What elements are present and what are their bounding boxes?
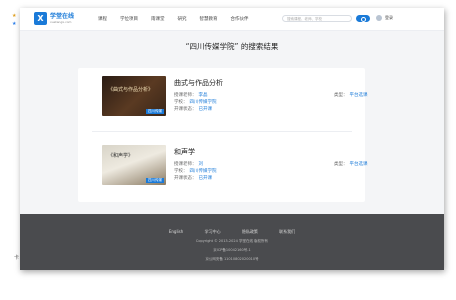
course-thumbnail[interactable]: 《曲式与作品分析》 四川传媒: [102, 76, 166, 116]
course-name[interactable]: 和声学: [174, 147, 354, 157]
school-label: 学校：: [174, 100, 188, 105]
footer-link-privacy[interactable]: 隐私政策: [242, 229, 258, 234]
course-thumbnail[interactable]: 《和声学》 四川传媒: [102, 145, 166, 185]
nav-item-courses[interactable]: 课程: [98, 16, 107, 22]
nav-item-degrees[interactable]: 学位项目: [120, 16, 138, 22]
footer-link-learning-center[interactable]: 学习中心: [205, 229, 221, 234]
logo-name: 学堂在线: [50, 13, 75, 20]
search-button[interactable]: [356, 15, 370, 22]
star-icon: ★: [12, 13, 17, 19]
page-title: “四川传媒学院” 的搜索结果: [185, 42, 279, 51]
school-link[interactable]: 四川传媒学院: [190, 169, 217, 174]
type-value: 平台选课: [349, 162, 368, 167]
thumbnail-title: 《和声学》: [108, 153, 134, 159]
teacher-label: 授课老师：: [174, 93, 197, 98]
school-link[interactable]: 四川传媒学院: [190, 100, 217, 105]
footer-links: English 学习中心 隐私政策 联系我们: [20, 229, 444, 235]
logo-sub: xuetangx.com: [50, 20, 72, 24]
result-item[interactable]: 《和声学》 四川传媒 和声学 授课老师：刘 学校： 四川传媒学院 开课状态： 已开课…: [102, 145, 368, 189]
side-bottom-label: 卡: [14, 255, 20, 261]
nav-item-rain-classroom[interactable]: 雨课堂: [151, 16, 165, 22]
type-value: 平台选课: [349, 93, 368, 98]
header: X 学堂在线 xuetangx.com 课程 学位项目 雨课堂 研究 智慧教育 …: [20, 8, 444, 31]
teacher-link[interactable]: 刘: [199, 162, 204, 167]
results-card: 《曲式与作品分析》 四川传媒 曲式与作品分析 授课老师： 李晶 学校： 四川传媒学院…: [78, 68, 368, 202]
footer-link-contact[interactable]: 联系我们: [279, 229, 295, 234]
teacher-label: 授课老师：: [174, 162, 197, 167]
browser-page: X 学堂在线 xuetangx.com 课程 学位项目 雨课堂 研究 智慧教育 …: [20, 8, 444, 270]
nav-item-smart-education[interactable]: 智慧教育: [200, 16, 218, 22]
footer: English 学习中心 隐私政策 联系我们 Copyright © 2013-…: [20, 214, 444, 270]
teacher-link[interactable]: 李晶: [199, 93, 208, 98]
thumbnail-badge: 四川传媒: [146, 178, 164, 183]
footer-icp: 京ICP备10042160号-1: [213, 248, 251, 252]
type-label: 类型：: [334, 93, 348, 98]
nav-item-partners[interactable]: 合作伙伴: [231, 16, 249, 22]
avatar: [376, 15, 382, 21]
main-nav: 课程 学位项目 雨课堂 研究 智慧教育 合作伙伴: [98, 16, 262, 22]
school-label: 学校：: [174, 169, 188, 174]
thumbnail-badge: 四川传媒: [146, 109, 164, 114]
status-label: 开课状态：: [174, 176, 197, 181]
status-label: 开课状态：: [174, 107, 197, 112]
footer-copyright: Copyright © 2013-2024 学堂在线 版权所有: [195, 239, 269, 243]
logo-icon: X: [34, 12, 47, 25]
user-menu[interactable]: 登录: [376, 15, 393, 21]
user-name: 登录: [385, 15, 393, 20]
status-value: 已开课: [198, 107, 213, 112]
divider: [92, 131, 352, 132]
type-label: 类型：: [334, 162, 348, 167]
result-item[interactable]: 《曲式与作品分析》 四川传媒 曲式与作品分析 授课老师： 李晶 学校： 四川传媒学院…: [102, 76, 368, 120]
side-marks: ★ ★: [12, 12, 20, 28]
logo[interactable]: X 学堂在线 xuetangx.com: [34, 12, 74, 25]
star-icon: ★: [12, 21, 17, 27]
status-value: 已开课: [198, 176, 213, 181]
footer-link-english[interactable]: English: [169, 229, 183, 234]
thumbnail-title: 《曲式与作品分析》: [108, 87, 154, 93]
footer-license: 京公网安备 11010802020010号: [205, 257, 259, 261]
search-input[interactable]: 搜索课程、老师、学校: [282, 15, 352, 22]
nav-item-research[interactable]: 研究: [178, 16, 187, 22]
course-name[interactable]: 曲式与作品分析: [174, 78, 354, 88]
